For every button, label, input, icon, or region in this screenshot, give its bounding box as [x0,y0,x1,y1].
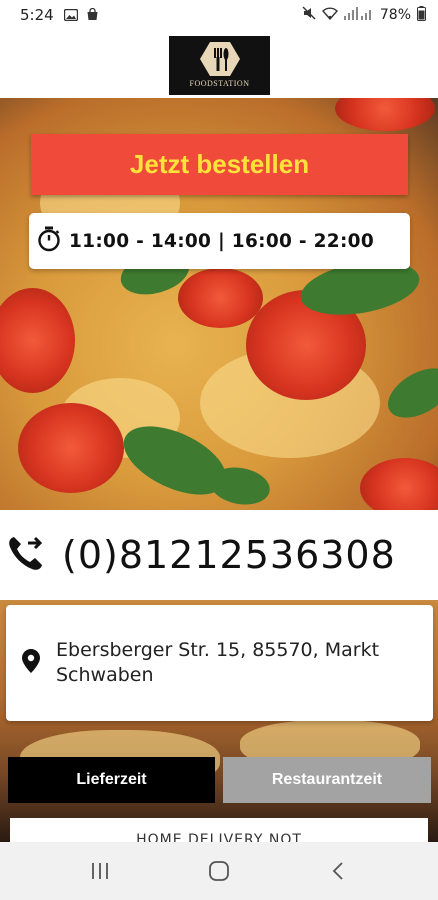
logo-text: FOODSTATION [189,79,250,88]
system-nav-bar [0,842,438,900]
stopwatch-icon [37,226,61,257]
battery-icon [417,5,426,25]
status-bar: 5:24 78% [0,0,438,30]
app-header: FOODSTATION [0,30,438,98]
opening-hours-text: 11:00 - 14:00 | 16:00 - 22:00 [69,230,375,252]
location-pin-icon [22,648,40,678]
mute-icon [302,6,316,24]
logo[interactable]: FOODSTATION [169,36,270,95]
address-box[interactable]: Ebersberger Str. 15, 85570, Markt Schwab… [6,605,433,721]
phone-forward-icon [6,533,46,578]
phone-bar[interactable]: (0)81212536308 [0,510,438,600]
phone-number[interactable]: (0)81212536308 [62,533,396,577]
battery-text: 78% [379,7,411,23]
status-time: 5:24 [20,6,54,24]
shopping-bag-icon [86,6,99,25]
tab-restaurant-time[interactable]: Restaurantzeit [223,757,431,803]
home-icon[interactable] [199,851,239,891]
tab-delivery-time[interactable]: Lieferzeit [8,757,215,803]
cutlery-icon [199,42,240,76]
recent-apps-icon[interactable] [80,851,120,891]
back-icon[interactable] [318,851,358,891]
gallery-icon [63,6,78,25]
opening-hours-box: 11:00 - 14:00 | 16:00 - 22:00 [29,213,410,269]
wifi-icon [321,6,338,24]
address-text: Ebersberger Str. 15, 85570, Markt Schwab… [56,639,380,686]
signal-icon [343,6,374,24]
order-now-button[interactable]: Jetzt bestellen [31,134,408,195]
